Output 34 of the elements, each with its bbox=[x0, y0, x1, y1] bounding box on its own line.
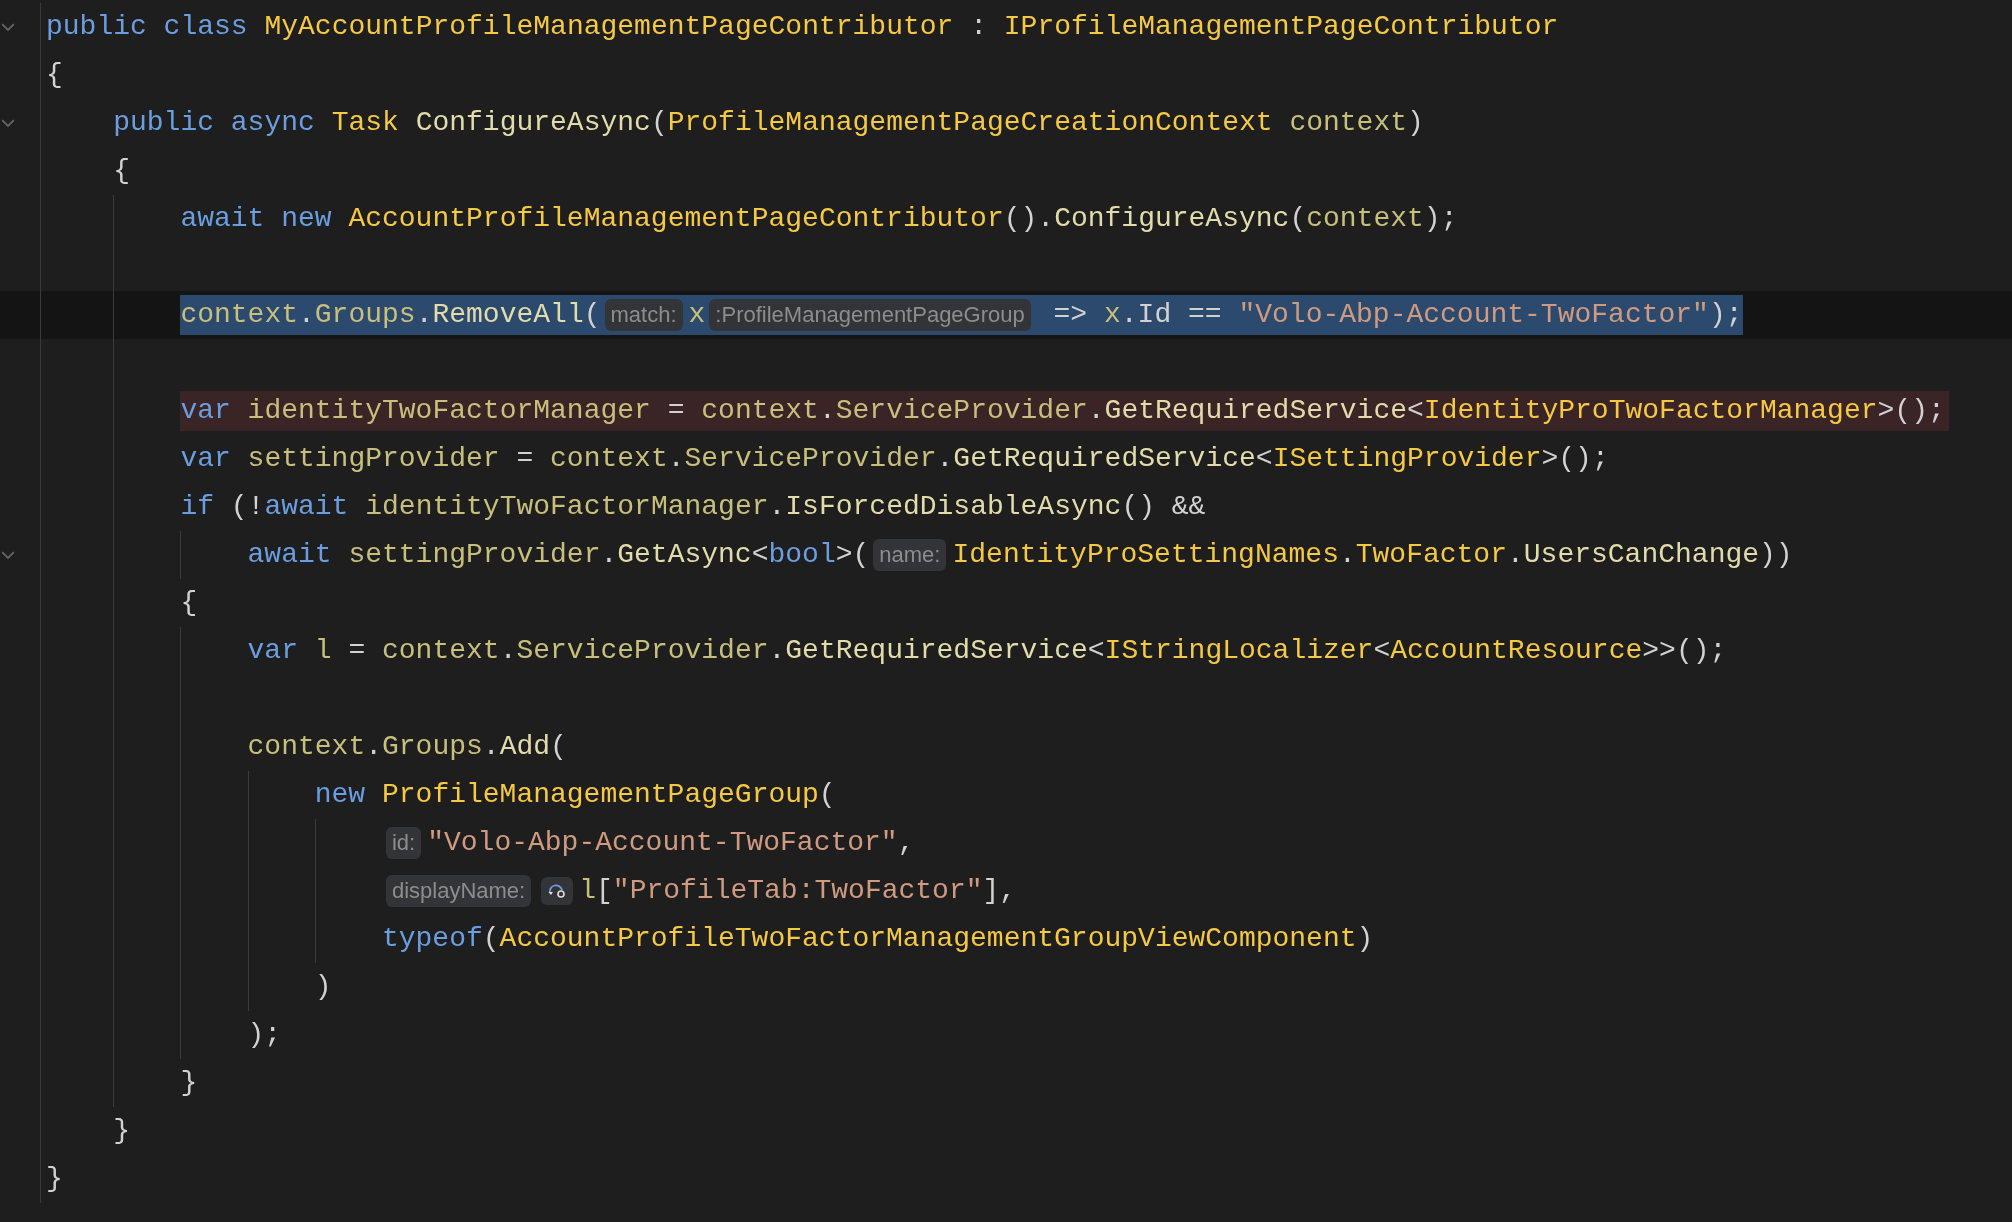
code-text: => x.Id == "Volo-Abp-Account-TwoFactor"); bbox=[1052, 298, 1743, 332]
inlay-hint: id: bbox=[385, 827, 422, 859]
code-text: x bbox=[688, 298, 706, 332]
code-text: ) bbox=[314, 970, 332, 1004]
code-text: ); bbox=[247, 1018, 282, 1052]
code-text: { bbox=[113, 154, 130, 188]
code-text: IdentityProSettingNames.TwoFactor.UsersCanChange)) bbox=[952, 538, 1793, 572]
code-text: { bbox=[180, 586, 198, 620]
inlay-hint: :ProfileManagementPageGroup bbox=[709, 299, 1031, 331]
code-text: new ProfileManagementPageGroup( bbox=[314, 778, 836, 812]
inlay-hint: name: bbox=[873, 539, 947, 571]
code-text: var l = context.ServiceProvider.GetRequiredService<IStringLocalizer<AccountResource>>(); bbox=[247, 634, 1727, 668]
code-text: await new AccountProfileManagementPageContributor().ConfigureAsync(context); bbox=[180, 202, 1458, 236]
code-text: typeof(AccountProfileTwoFactorManagementGroupViewComponent) bbox=[381, 922, 1374, 956]
code-text: l["ProfileTab:TwoFactor"], bbox=[579, 874, 1017, 908]
chevron-icon[interactable] bbox=[1, 550, 15, 560]
chevron-icon[interactable] bbox=[1, 22, 15, 32]
hint-icon[interactable] bbox=[541, 877, 574, 905]
code-text: } bbox=[46, 1162, 63, 1196]
code-text: context.Groups.RemoveAll( bbox=[180, 298, 601, 332]
code-text: } bbox=[180, 1066, 198, 1100]
code-text: public async Task ConfigureAsync(ProfileManagementPageCreationContext context) bbox=[113, 106, 1424, 140]
code-text: context.Groups.Add( bbox=[247, 730, 567, 764]
inlay-hint: displayName: bbox=[385, 875, 532, 907]
code-text: var identityTwoFactorManager = context.ServiceProvider.GetRequiredService<IdentityProTwoFactorManager>(); bbox=[180, 394, 1945, 428]
code-text: { bbox=[46, 58, 63, 92]
code-text: await settingProvider.GetAsync<bool>( bbox=[247, 538, 870, 572]
chevron-icon[interactable] bbox=[1, 118, 15, 128]
code-text: var settingProvider = context.ServiceProvider.GetRequiredService<ISettingProvider>(); bbox=[180, 442, 1609, 476]
code-text: public class MyAccountProfileManagementPageContributor : IProfileManagementPageContributor bbox=[46, 10, 1559, 44]
inlay-hint: match: bbox=[604, 299, 683, 331]
code-text: if (!await identityTwoFactorManager.IsForcedDisableAsync() && bbox=[180, 490, 1206, 524]
code-text: } bbox=[113, 1114, 130, 1148]
code-text: "Volo-Abp-Account-TwoFactor", bbox=[427, 826, 915, 860]
